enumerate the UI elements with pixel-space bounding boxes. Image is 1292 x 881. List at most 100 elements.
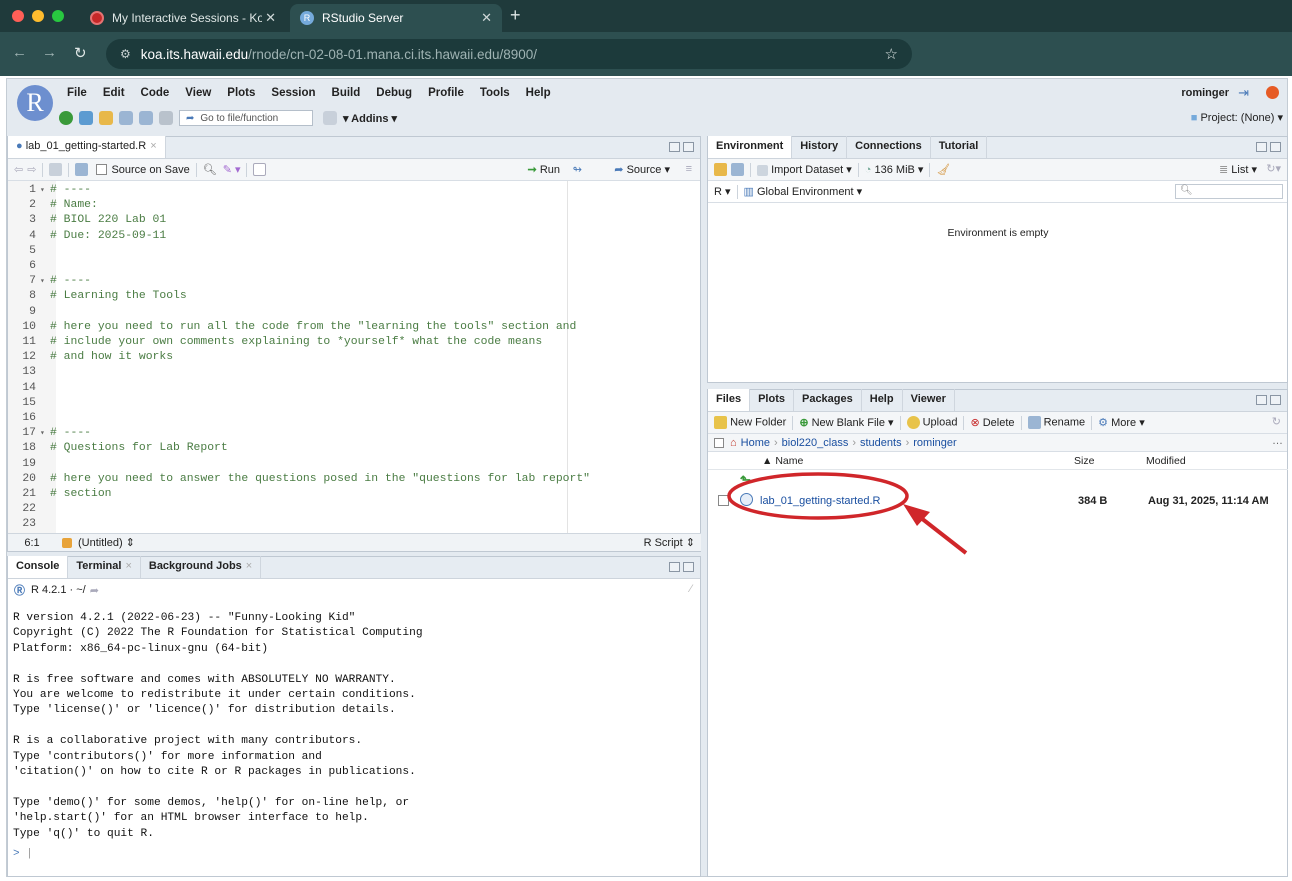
close-tab-icon[interactable]: × <box>150 140 156 152</box>
console-input[interactable]: > | <box>13 848 33 860</box>
delete-button[interactable]: ⊗ Delete <box>970 416 1014 429</box>
show-in-window-icon[interactable] <box>49 163 63 176</box>
new-blank-file-button[interactable]: ⊕ New Blank File ▾ <box>799 416 893 429</box>
tab-plots[interactable]: Plots <box>750 389 794 411</box>
pane-minmax[interactable] <box>669 142 694 152</box>
file-row[interactable]: lab_01_getting-started.R 384 B Aug 31, 2… <box>708 492 1282 514</box>
forward-nav-icon[interactable]: ⇨ <box>27 163 36 176</box>
fold-arrow-icon[interactable]: ▾ <box>40 274 50 289</box>
source-on-save-checkbox[interactable] <box>96 164 108 175</box>
menu-edit[interactable]: Edit <box>103 87 125 99</box>
refresh-icon[interactable]: ↻ <box>1272 415 1281 428</box>
more-path-icon[interactable]: … <box>1272 435 1283 447</box>
tab-background-jobs[interactable]: Background Jobs × <box>141 556 262 578</box>
reload-icon[interactable]: ↻ <box>74 44 87 62</box>
menu-code[interactable]: Code <box>141 87 170 99</box>
close-terminal-icon[interactable]: × <box>125 560 131 572</box>
maximize-window-button[interactable] <box>52 10 64 22</box>
maximize-icon[interactable] <box>683 142 694 152</box>
pane-minmax[interactable] <box>669 562 694 572</box>
site-settings-icon[interactable]: ⚙ <box>120 47 131 61</box>
menu-build[interactable]: Build <box>332 87 361 99</box>
menu-debug[interactable]: Debug <box>376 87 412 99</box>
minimize-icon[interactable] <box>669 142 680 152</box>
more-button[interactable]: ⚙ More ▾ <box>1098 416 1145 429</box>
doc-outline-icon[interactable]: ≡ <box>686 163 692 175</box>
save-all-icon[interactable] <box>139 111 153 125</box>
source-button[interactable]: ➦ Source ▾ <box>614 163 670 176</box>
file-checkbox[interactable] <box>718 495 729 506</box>
environment-search-input[interactable]: 🔍︎ <box>1175 184 1283 199</box>
addins-button[interactable]: ▾ Addins ▾ <box>343 112 397 125</box>
parent-dir-icon[interactable]: ⬑ <box>740 472 751 488</box>
minimize-window-button[interactable] <box>32 10 44 22</box>
list-view-button[interactable]: ≣ List ▾ <box>1219 163 1257 176</box>
menu-tools[interactable]: Tools <box>480 87 510 99</box>
code-tools-wand-icon[interactable]: ✎ ▾ <box>223 163 241 176</box>
memory-usage[interactable]: ◔ 136 MiB ▾ <box>865 163 924 176</box>
close-tab-icon[interactable]: ✕ <box>265 10 276 26</box>
fold-arrow-icon[interactable]: ▾ <box>40 426 50 441</box>
menu-file[interactable]: File <box>67 87 87 99</box>
fold-arrow-icon[interactable]: ▾ <box>40 183 50 198</box>
pane-minmax[interactable] <box>1256 395 1281 405</box>
new-folder-button[interactable]: New Folder <box>714 416 786 429</box>
import-dataset-button[interactable]: Import Dataset ▾ <box>757 163 852 176</box>
code-editor[interactable]: 1 ▾ # ---- 2 # Name: 3 # BIOL 220 Lab 01 4 # Due… <box>8 181 701 536</box>
tab-tutorial[interactable]: Tutorial <box>931 136 988 158</box>
scope-selector[interactable]: (Untitled) ⇕ <box>78 536 135 549</box>
save-workspace-icon[interactable] <box>731 163 744 176</box>
refresh-icon[interactable]: ↻▾ <box>1266 162 1281 175</box>
print-icon[interactable] <box>159 111 173 125</box>
tab-terminal[interactable]: Terminal × <box>68 556 141 578</box>
back-icon[interactable]: ← <box>12 44 27 61</box>
select-all-checkbox[interactable] <box>714 437 724 448</box>
column-name[interactable]: ▲ Name <box>762 455 803 467</box>
power-icon[interactable] <box>1266 86 1279 99</box>
file-name-link[interactable]: lab_01_getting-started.R <box>760 495 880 507</box>
sign-out-icon[interactable]: ⇥ <box>1238 85 1249 101</box>
goto-dir-icon[interactable]: ➦ <box>90 584 99 597</box>
breadcrumb-students[interactable]: students <box>860 437 902 449</box>
run-button[interactable]: ➞ Run <box>528 163 560 176</box>
tab-connections[interactable]: Connections <box>847 136 931 158</box>
maximize-icon[interactable] <box>1270 395 1281 405</box>
open-file-icon[interactable] <box>99 111 113 125</box>
minimize-icon[interactable] <box>1256 395 1267 405</box>
outline-icon[interactable] <box>253 163 267 176</box>
breadcrumb-rominger[interactable]: rominger <box>913 437 956 449</box>
bookmark-star-icon[interactable]: ☆ <box>885 45 898 63</box>
clear-broom-icon[interactable]: 🧹︎ <box>936 163 950 176</box>
scope-selector[interactable]: ▥ Global Environment ▾ <box>744 185 863 198</box>
editor-file-tab[interactable]: ● lab_01_getting-started.R × <box>8 136 166 158</box>
column-size[interactable]: Size <box>1074 455 1094 467</box>
save-icon[interactable] <box>75 163 89 176</box>
menu-plots[interactable]: Plots <box>227 87 255 99</box>
search-icon[interactable]: 🔍︎ <box>203 163 217 176</box>
url-field[interactable]: ⚙ koa.its.hawaii.edu/rnode/cn-02-08-01.m… <box>106 39 912 69</box>
load-workspace-icon[interactable] <box>714 163 727 176</box>
tab-environment[interactable]: Environment <box>708 136 793 158</box>
new-project-icon[interactable] <box>79 111 93 125</box>
maximize-icon[interactable] <box>683 562 694 572</box>
close-window-button[interactable] <box>12 10 24 22</box>
tab-viewer[interactable]: Viewer <box>903 389 955 411</box>
tab-console[interactable]: Console <box>8 556 69 578</box>
rename-button[interactable]: Rename <box>1027 416 1085 429</box>
minimize-icon[interactable] <box>669 562 680 572</box>
menu-help[interactable]: Help <box>526 87 551 99</box>
pane-minmax[interactable] <box>1256 142 1281 152</box>
forward-icon[interactable]: → <box>42 44 57 61</box>
menu-session[interactable]: Session <box>271 87 315 99</box>
tab-packages[interactable]: Packages <box>794 389 862 411</box>
file-type-selector[interactable]: R Script ⇕ <box>644 536 695 549</box>
close-jobs-icon[interactable]: × <box>246 560 252 572</box>
grid-layout-icon[interactable] <box>323 111 337 125</box>
tab-history[interactable]: History <box>792 136 848 158</box>
close-tab-icon[interactable]: ✕ <box>481 10 492 26</box>
breadcrumb-home[interactable]: Home <box>741 437 770 449</box>
browser-tab-rstudio[interactable]: R RStudio Server ✕ <box>290 4 502 32</box>
rerun-icon[interactable]: ↬ <box>573 163 582 176</box>
menu-view[interactable]: View <box>185 87 211 99</box>
clear-console-icon[interactable]: ⁄ <box>690 583 692 595</box>
